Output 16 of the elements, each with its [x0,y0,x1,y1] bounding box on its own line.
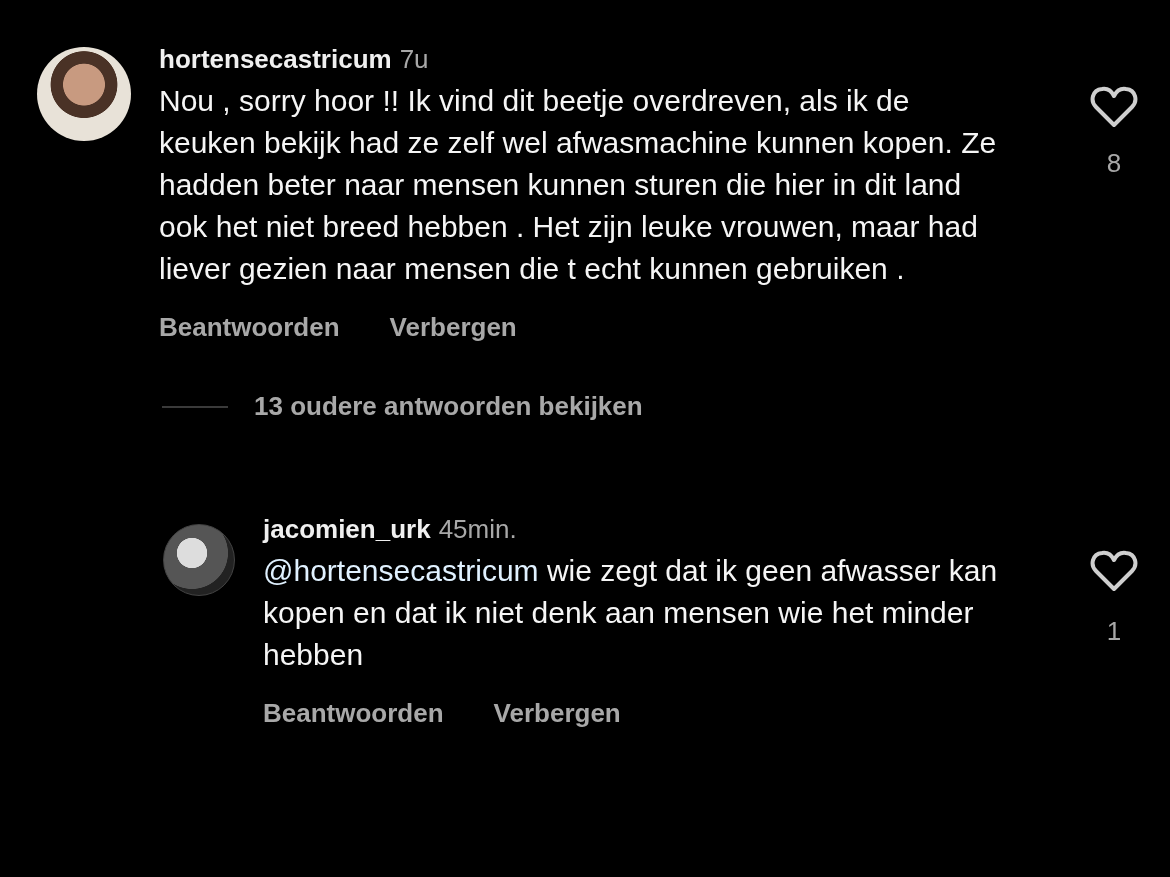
username[interactable]: hortensecastricum [159,44,392,75]
timestamp: 45min. [438,514,517,545]
action-link[interactable]: Beantwoorden [159,312,340,343]
action-link[interactable]: Verbergen [493,698,621,729]
action-link[interactable]: Beantwoorden [263,698,444,729]
username[interactable]: jacomien_urk [263,514,431,545]
like-count: 1 [1106,616,1122,647]
mention-link[interactable]: @hortensecastricum [263,554,539,587]
comment-text: Nou , sorry hoor !! Ik vind dit beetje overdreven, als ik de keuken bekijk had ze zelf wel afwasmachine kunnen kopen. Ze hadden beter naar mensen kunnen sturen die hier in dit land ook het niet breed hebben . Het zijn leuke vrouwen, maar had liever gezien naar mensen die t echt kunnen gebruiken . [159,83,998,287]
action-link[interactable]: Verbergen [389,312,517,343]
timestamp: 7u [399,44,429,75]
heart-icon[interactable] [1090,550,1138,592]
like-count: 8 [1106,148,1122,179]
view-replies-link[interactable]: 13 oudere antwoorden bekijken [254,391,643,422]
comment-text: @hortensecastricum wie zegt dat ik geen afwasser kan kopen en dat ik niet denk aan mensen wie het minder hebben [263,553,999,673]
heart-icon[interactable] [1090,86,1138,128]
